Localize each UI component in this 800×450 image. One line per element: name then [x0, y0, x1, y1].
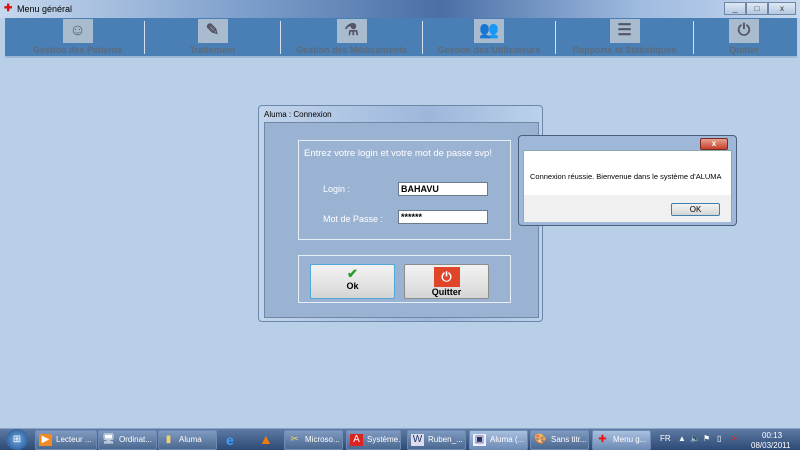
word-icon: W: [411, 434, 424, 446]
computer-icon: 🖥: [102, 434, 115, 445]
power-icon: ⏻: [729, 19, 759, 43]
tools-icon: ✂: [290, 434, 299, 445]
patient-icon: ☺: [62, 19, 93, 43]
toolbar-reports-button[interactable]: ☰ Rapports et Statistiques: [556, 18, 693, 58]
language-indicator[interactable]: FR: [660, 434, 671, 443]
ok-label: Ok: [346, 281, 359, 291]
taskbar-item-paint[interactable]: 🎨 Sans titr...: [530, 430, 589, 450]
login-dialog: Aluma : Connexion Entrez votre login et …: [258, 105, 543, 322]
clock-date[interactable]: 08/03/2011: [751, 441, 790, 450]
start-button[interactable]: ⊞: [6, 429, 28, 450]
clock-time[interactable]: 00:13: [762, 431, 782, 440]
password-input[interactable]: ******: [398, 210, 488, 224]
login-label: Login :: [323, 184, 351, 194]
taskbar-item-aluma[interactable]: ▣ Aluma (...: [469, 430, 528, 450]
close-button[interactable]: x: [768, 2, 796, 15]
volume-icon[interactable]: 🔈: [690, 434, 700, 443]
task-label: Ruben_...: [428, 435, 463, 444]
login-dialog-body: Entrez votre login et votre mot de passe…: [264, 122, 539, 318]
credentials-group: Entrez votre login et votre mot de passe…: [298, 140, 511, 240]
task-label: Système...: [367, 435, 401, 444]
message-close-button[interactable]: x: [700, 138, 728, 150]
task-label: Aluma (...: [490, 435, 525, 444]
quit-label: Quitter: [431, 287, 462, 297]
toolbar-patients-button[interactable]: ☺ Gestion des Patients: [10, 18, 145, 58]
message-box: x Connexion réussie. Bienvenue dans le s…: [518, 135, 737, 226]
login-prompt: Entrez votre login et votre mot de passe…: [304, 148, 492, 159]
app-icon: ✚: [598, 434, 607, 445]
quit-button[interactable]: ⏻ Quitter: [404, 264, 489, 299]
toolbar-treatment-button[interactable]: ✎ Traitement: [145, 18, 280, 58]
task-label: Aluma: [179, 435, 202, 444]
flag-icon[interactable]: ⚑: [703, 434, 710, 443]
main-toolbar: ☺ Gestion des Patients ✎ Traitement ⚗ Gesti…: [5, 18, 797, 58]
medicine-icon: ⚗: [336, 19, 367, 43]
taskbar-item-menu[interactable]: ✚ Menu g...: [592, 430, 651, 450]
login-input[interactable]: BAHAVU: [398, 182, 488, 196]
app-icon: ✚: [4, 3, 13, 14]
internet-explorer-icon[interactable]: e: [226, 432, 234, 448]
network-icon[interactable]: ✕: [731, 434, 738, 443]
message-text: Connexion réussie. Bienvenue dans le sys…: [530, 172, 722, 181]
vb-icon: ▣: [473, 434, 486, 446]
taskbar-item-computer[interactable]: 🖥 Ordinat...: [98, 430, 157, 450]
tray-expand-icon[interactable]: ▲: [678, 434, 686, 443]
taskbar-item-microsoft[interactable]: ✂ Microso...: [284, 430, 343, 450]
paint-icon: 🎨: [534, 434, 547, 445]
task-label: Lecteur ...: [56, 435, 92, 444]
taskbar-item-word[interactable]: W Ruben_...: [407, 430, 466, 450]
report-icon: ☰: [609, 19, 640, 43]
folder-icon: ▮: [165, 434, 172, 445]
taskbar-item-folder[interactable]: ▮ Aluma: [158, 430, 217, 450]
task-label: Menu g...: [613, 435, 647, 444]
task-label: Microso...: [305, 435, 340, 444]
taskbar-item-media-player[interactable]: ▶ Lecteur ...: [35, 430, 97, 450]
message-footer: OK: [524, 195, 731, 222]
login-dialog-title: Aluma : Connexion: [264, 110, 332, 119]
buttons-group: ✔ Ok ⏻ Quitter: [298, 255, 511, 303]
message-ok-button[interactable]: OK: [671, 203, 720, 216]
taskbar-item-system[interactable]: A Système...: [346, 430, 401, 450]
minimize-button[interactable]: _: [724, 2, 746, 15]
toolbar-medicines-button[interactable]: ⚗ Gestion des Médicaments: [281, 18, 422, 58]
antivirus-icon: A: [350, 434, 363, 446]
vlc-icon[interactable]: ▲: [259, 431, 273, 447]
task-label: Ordinat...: [119, 435, 152, 444]
title-bar: ✚ Menu général _ □ x: [0, 0, 800, 18]
toolbar-quit-button[interactable]: ⏻ Quitter: [694, 18, 794, 58]
power-tray-icon[interactable]: ▯: [717, 434, 721, 443]
toolbar-users-button[interactable]: 👥 Gestion des Utilisateurs: [423, 18, 555, 58]
task-label: Sans titr...: [551, 435, 587, 444]
password-label: Mot de Passe :: [323, 214, 384, 224]
syringe-icon: ✎: [197, 19, 228, 43]
media-player-icon: ▶: [39, 434, 52, 446]
taskbar: ⊞ ▶ Lecteur ... 🖥 Ordinat... ▮ Aluma e ▲ ✂ M…: [0, 428, 800, 450]
message-body: Connexion réussie. Bienvenue dans le sys…: [523, 150, 732, 222]
ok-button[interactable]: ✔ Ok: [310, 264, 395, 299]
maximize-button[interactable]: □: [746, 2, 768, 15]
users-icon: 👥: [474, 19, 504, 43]
window-title: Menu général: [17, 4, 73, 14]
checkmark-icon: ✔: [347, 266, 358, 281]
power-icon: ⏻: [433, 267, 460, 287]
